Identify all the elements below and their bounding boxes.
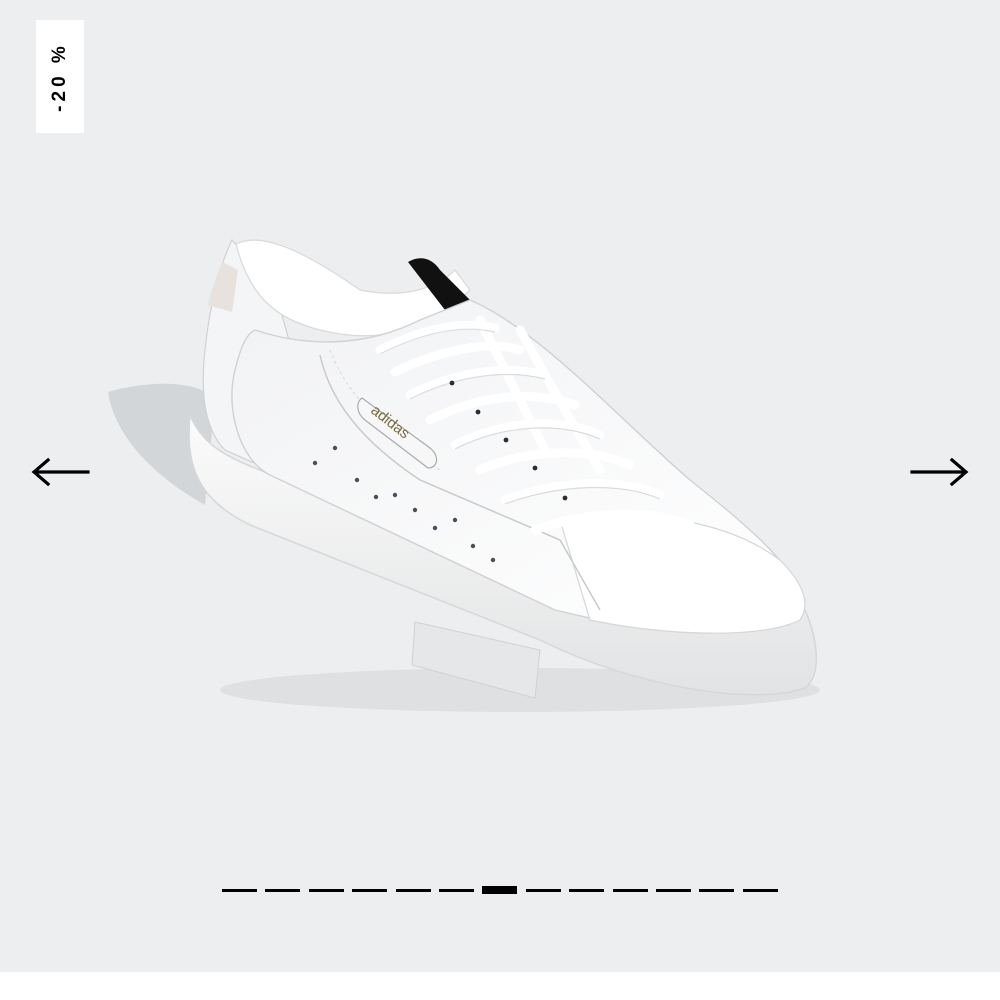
carousel-dot[interactable] — [656, 888, 692, 892]
previous-image-button[interactable] — [28, 452, 92, 492]
next-image-button[interactable] — [908, 452, 972, 492]
carousel-pagination — [222, 883, 778, 897]
carousel-dot[interactable] — [265, 888, 301, 892]
product-gallery: -20 % adidas — [0, 0, 1000, 972]
carousel-dot[interactable] — [612, 888, 648, 892]
carousel-dot[interactable] — [569, 888, 605, 892]
carousel-dot[interactable] — [222, 888, 257, 892]
product-image: adidas — [108, 238, 820, 712]
carousel-dot[interactable] — [525, 888, 561, 892]
arrow-right-icon — [910, 457, 969, 487]
carousel-dot[interactable] — [742, 888, 778, 892]
carousel-dot[interactable] — [352, 888, 388, 892]
arrow-left-icon — [31, 457, 90, 487]
carousel-dot[interactable] — [308, 888, 344, 892]
carousel-dot[interactable] — [699, 888, 735, 892]
carousel-dot[interactable] — [395, 888, 431, 892]
carousel-dot[interactable] — [439, 888, 475, 892]
carousel-dot[interactable] — [482, 886, 518, 894]
